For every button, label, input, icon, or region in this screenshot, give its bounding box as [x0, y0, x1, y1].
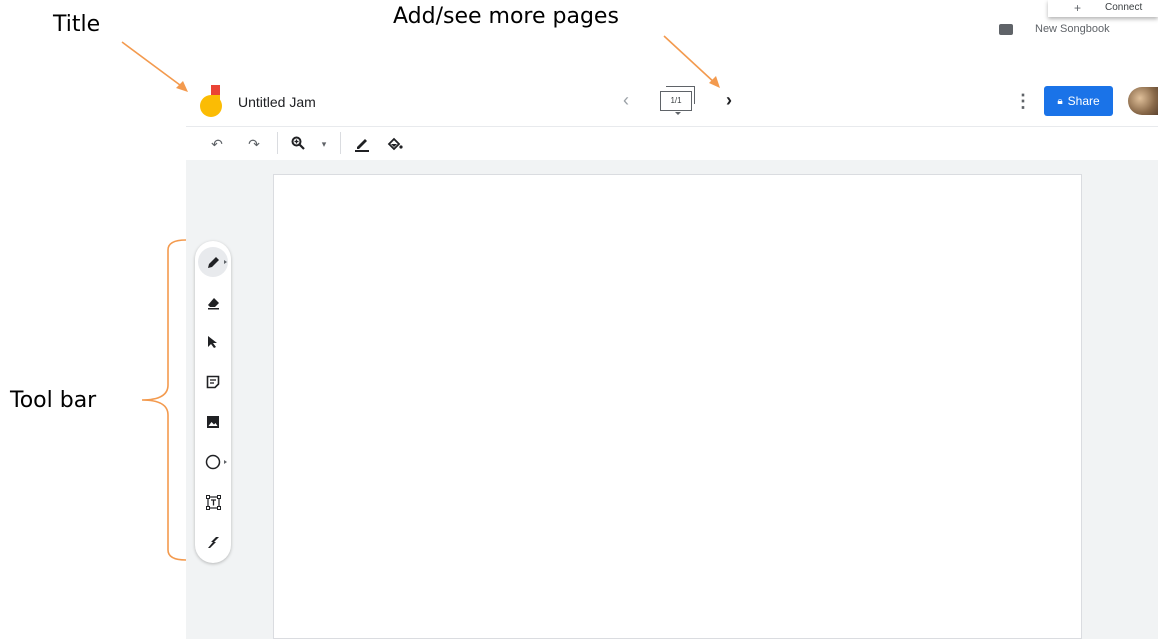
lock-icon: 🔒︎ — [1057, 95, 1063, 107]
folder-icon — [999, 24, 1013, 35]
previous-page-button[interactable]: ‹ — [617, 89, 635, 111]
background-menu-item[interactable]: New Songbook — [985, 14, 1158, 46]
next-page-button[interactable]: › — [720, 89, 738, 111]
tool-bar — [195, 241, 231, 563]
jam-canvas[interactable] — [273, 174, 1082, 639]
chevron-right-icon: › — [726, 90, 732, 110]
jamboard-logo — [200, 85, 224, 117]
annotation-title: Title — [53, 12, 101, 37]
select-arrow-icon[interactable] — [198, 327, 228, 357]
redo-icon[interactable]: ↷ — [246, 136, 262, 152]
pen-color-icon[interactable] — [352, 136, 372, 152]
zoom-dropdown-icon[interactable]: ▾ — [319, 136, 329, 152]
undo-icon[interactable]: ↶ — [209, 136, 225, 152]
image-icon[interactable] — [198, 407, 228, 437]
pen-tool-icon[interactable] — [198, 247, 228, 277]
eraser-icon[interactable] — [198, 287, 228, 317]
page-indicator-label: 1/1 — [660, 91, 692, 111]
fill-bucket-icon[interactable] — [385, 136, 405, 152]
annotation-pages: Add/see more pages — [393, 4, 619, 29]
top-toolbar: ↶ ↷ ▾ — [186, 126, 1158, 161]
sticky-note-icon[interactable] — [198, 367, 228, 397]
plus-icon: + — [1074, 1, 1082, 15]
chevron-down-icon — [675, 112, 681, 115]
zoom-icon[interactable] — [289, 136, 307, 152]
circle-shape-icon[interactable] — [198, 447, 228, 477]
connect-label: Connect — [1105, 2, 1143, 13]
avatar[interactable] — [1128, 87, 1158, 115]
chevron-left-icon: ‹ — [623, 90, 629, 110]
text-box-icon[interactable] — [198, 487, 228, 517]
more-options-button[interactable]: ⋮ — [1014, 90, 1032, 112]
more-vert-icon: ⋮ — [1014, 91, 1032, 111]
laser-icon[interactable] — [198, 527, 228, 557]
folder-item-label: New Songbook — [1035, 23, 1110, 35]
page-indicator-button[interactable]: 1/1 — [659, 86, 699, 115]
share-button[interactable]: 🔒︎ Share — [1044, 86, 1113, 116]
jam-title[interactable]: Untitled Jam — [238, 94, 316, 110]
annotation-toolbar: Tool bar — [10, 388, 97, 413]
share-label: Share — [1067, 94, 1100, 108]
